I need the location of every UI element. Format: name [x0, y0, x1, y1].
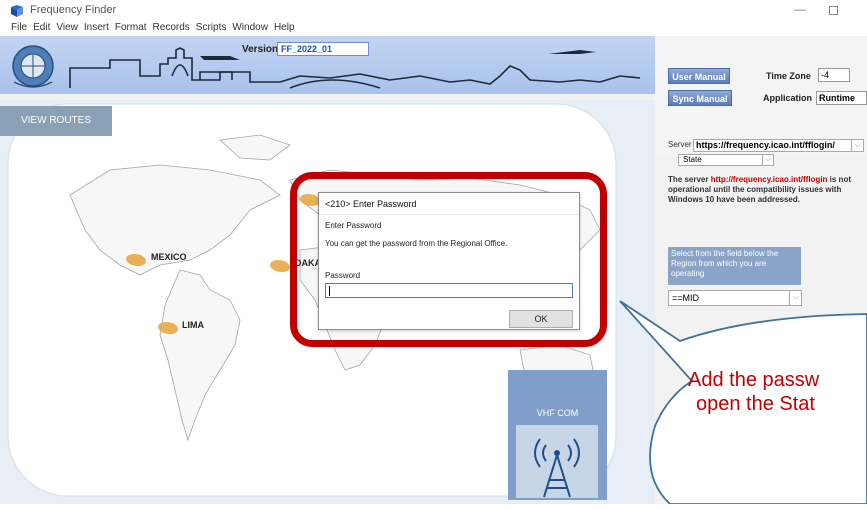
server-notice: The server http://frequency.icao.int/ffl… [668, 175, 867, 205]
menu-edit[interactable]: Edit [32, 22, 51, 36]
time-zone-field[interactable]: -4 [818, 68, 850, 82]
application-label: Application [763, 93, 812, 103]
menu-insert[interactable]: Insert [83, 22, 110, 36]
menu-help[interactable]: Help [273, 22, 296, 36]
menu-bar: File Edit View Insert Format Records Scr… [0, 22, 867, 36]
menu-view[interactable]: View [55, 22, 79, 36]
menu-window[interactable]: Window [231, 22, 269, 36]
server-label: Server [668, 140, 692, 149]
city-label-mexico: MEXICO [151, 252, 187, 262]
callout-text-line-1: Add the passw [688, 369, 820, 391]
dialog-subtitle: Enter Password [325, 221, 382, 230]
notice-text-before: The server [668, 175, 711, 184]
server-field[interactable]: https://frequency.icao.int/fflogin/ [693, 139, 858, 152]
maximize-button[interactable] [829, 6, 838, 15]
title-bar: Frequency Finder — [0, 0, 867, 22]
vhf-com-label: VHF COM [536, 408, 579, 418]
menu-file[interactable]: File [10, 22, 28, 36]
user-manual-button[interactable]: User Manual [668, 68, 730, 84]
app-icon [11, 5, 23, 17]
time-zone-label: Time Zone [766, 71, 811, 81]
city-label-lima: LIMA [182, 320, 204, 330]
state-dropdown-arrow-icon[interactable]: ⌵ [762, 154, 774, 166]
password-input[interactable] [325, 283, 573, 298]
vhf-com-tile[interactable]: VHF COM [508, 370, 607, 500]
icao-logo [8, 44, 58, 90]
dialog-title: <210> Enter Password [319, 193, 579, 215]
menu-records[interactable]: Records [152, 22, 191, 36]
header-banner: Version FF_2022_01 [0, 36, 655, 94]
application-field[interactable]: Runtime [816, 91, 867, 105]
state-select[interactable]: State [678, 154, 764, 166]
notice-url: http://frequency.icao.int/fflogin [710, 175, 828, 184]
menu-scripts[interactable]: Scripts [195, 22, 228, 36]
ok-button[interactable]: OK [509, 310, 573, 328]
server-dropdown-arrow-icon[interactable]: ⌵ [851, 139, 864, 152]
view-routes-button[interactable]: VIEW ROUTES [0, 106, 112, 136]
sync-manual-button[interactable]: Sync Manual [668, 90, 732, 106]
region-instruction: Select from the field below the Region f… [668, 247, 801, 285]
password-label: Password [325, 271, 361, 280]
version-label: Version [242, 44, 279, 55]
callout-text-line-2: open the Stat [696, 393, 815, 415]
minimize-button[interactable]: — [794, 2, 806, 16]
antenna-icon [516, 425, 598, 498]
menu-format[interactable]: Format [114, 22, 148, 36]
text-caret [329, 286, 330, 296]
password-dialog: <210> Enter Password Enter Password You … [318, 192, 580, 330]
version-field[interactable]: FF_2022_01 [277, 42, 369, 56]
window-title: Frequency Finder [30, 4, 117, 16]
dialog-message: You can get the password from the Region… [325, 239, 508, 248]
